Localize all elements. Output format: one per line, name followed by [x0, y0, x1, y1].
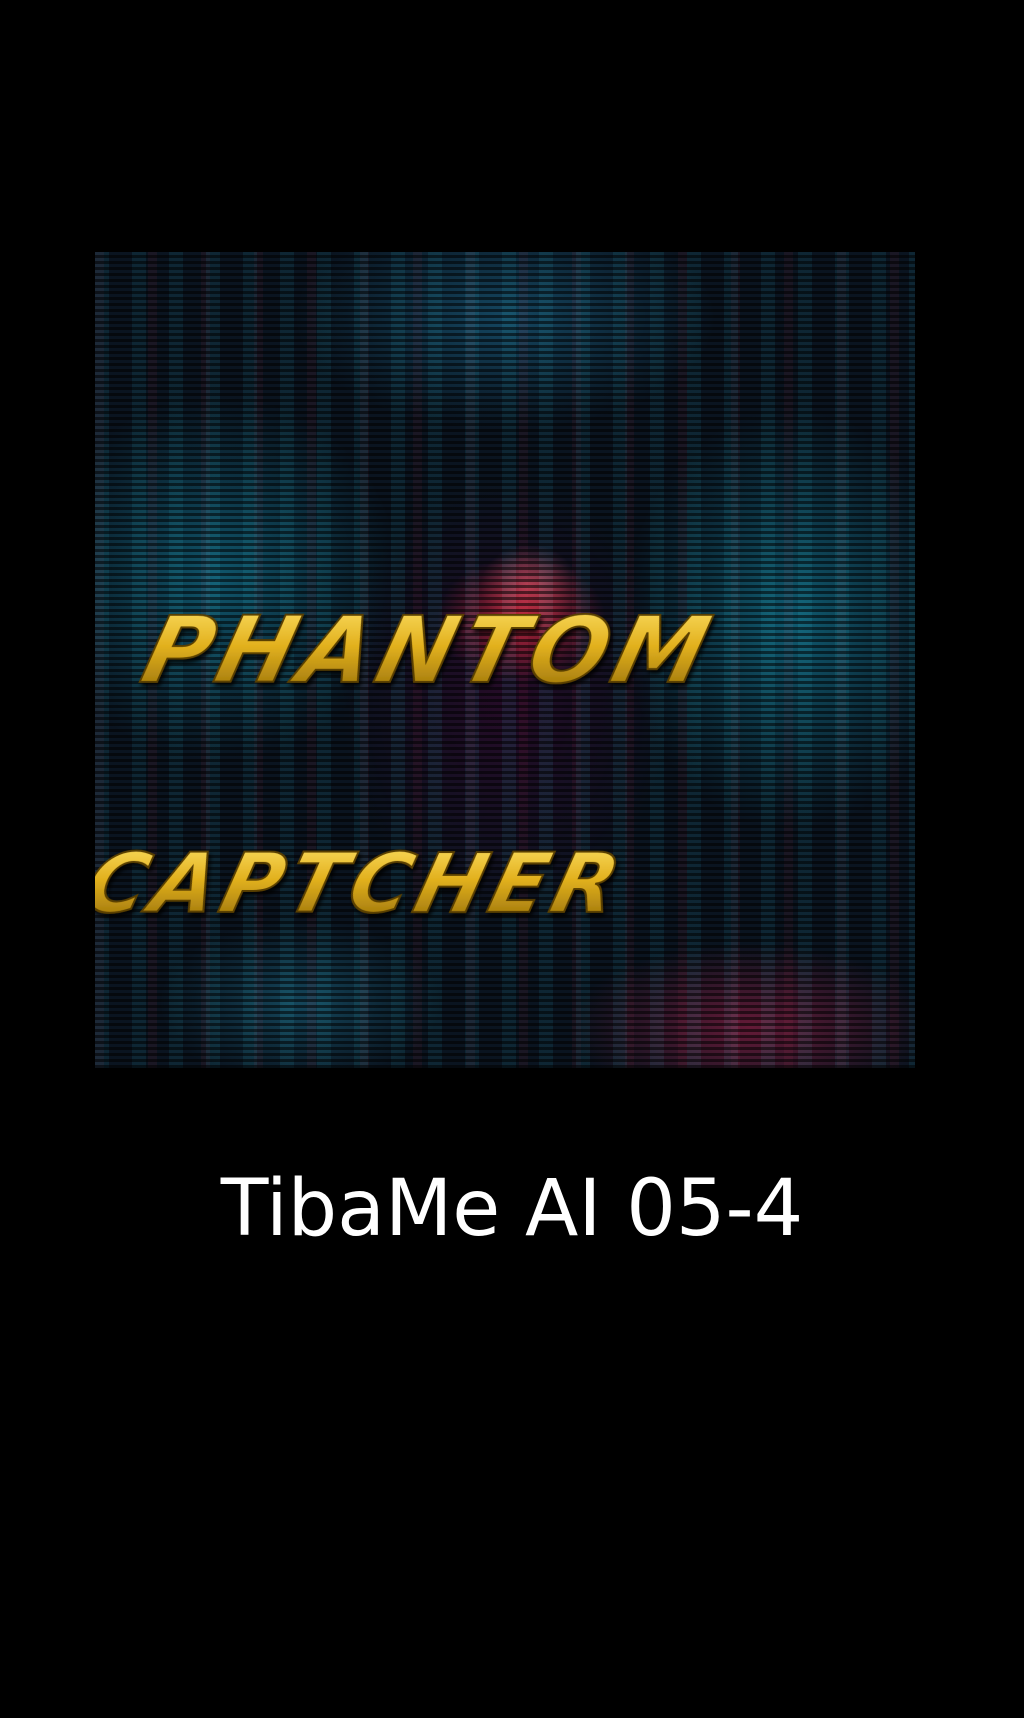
logo-line-2: CAPTCHER — [95, 836, 635, 932]
logo-line-1: PHANTOM — [132, 597, 726, 704]
page: PHANTOM CAPTCHER TibaMe AI 05-4 — [0, 0, 1024, 1718]
logo-artwork: PHANTOM CAPTCHER — [95, 596, 727, 932]
album-cover-image: PHANTOM CAPTCHER — [95, 252, 915, 1068]
caption-text: TibaMe AI 05-4 — [220, 1164, 804, 1254]
